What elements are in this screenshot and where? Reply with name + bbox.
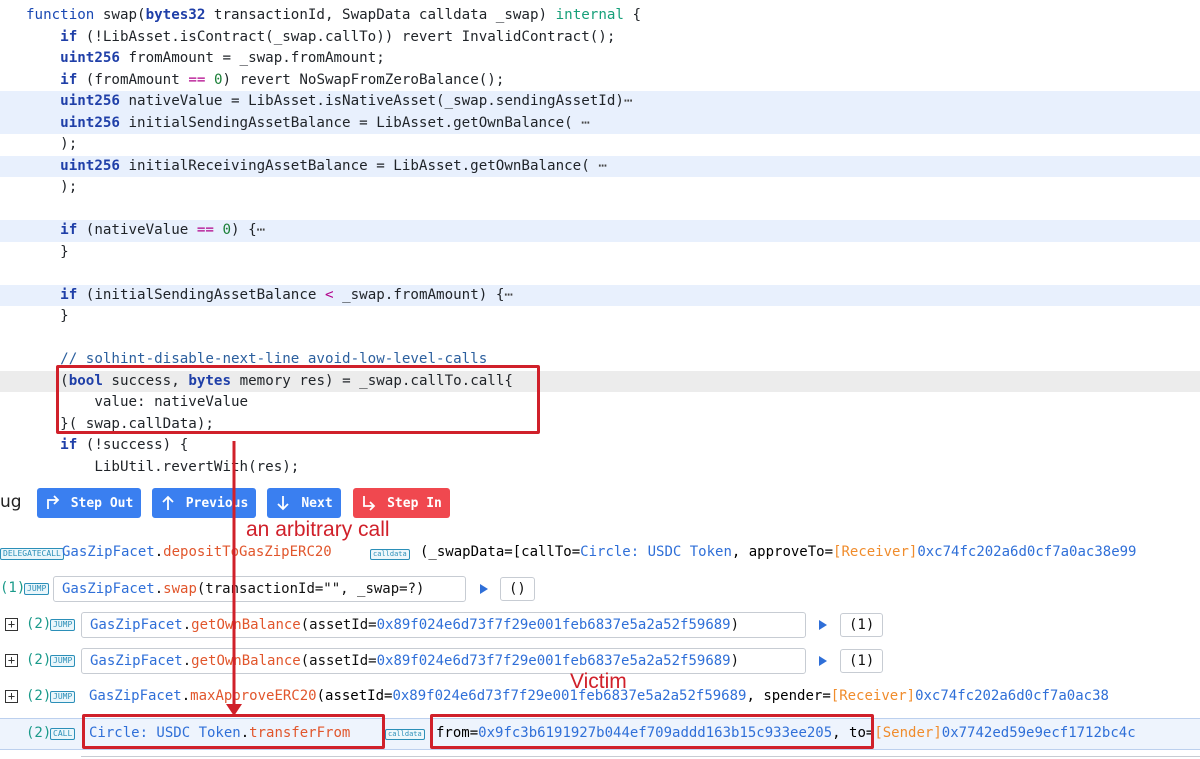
next-button[interactable]: Next [267, 488, 341, 518]
play-icon[interactable] [480, 584, 488, 594]
step-in-label: Step In [387, 495, 442, 511]
arrow-up-icon [162, 495, 174, 510]
code-line: ); [26, 136, 78, 152]
calldata-tag[interactable]: calldata [385, 729, 425, 740]
code-line: uint256 nativeValue = LibAsset.isNativeA… [0, 91, 1200, 113]
arrow-down-icon [277, 496, 289, 511]
code-line: uint256 initialReceivingAssetBalance = L… [0, 155, 1200, 177]
step-in-button[interactable]: Step In [353, 488, 450, 518]
code-line: uint256 fromAmount = _swap.fromAmount; [60, 50, 385, 66]
next-label: Next [301, 495, 333, 511]
calldata-tag[interactable]: calldata [370, 549, 410, 560]
play-icon[interactable] [819, 620, 827, 630]
trace-row-swap[interactable]: (1) JUMP GasZipFacet.swap(transactionId=… [0, 575, 1200, 603]
code-line: function swap(bytes32 transactionId, Swa… [26, 7, 642, 23]
expand-icon[interactable]: + [5, 690, 18, 703]
trace-args: (_swapData=[callTo=Circle: USDC Token, a… [420, 544, 1137, 560]
transferfrom-highlight-box [82, 714, 385, 749]
code-line: } [26, 243, 69, 260]
contract-name[interactable]: GasZipFacet [62, 544, 155, 560]
trace-row-getownbalance-1[interactable]: + (2) JUMP GasZipFacet.getOwnBalance(ass… [0, 611, 1200, 639]
call-depth: (2) [26, 688, 52, 704]
step-out-icon [46, 495, 59, 509]
call-box[interactable]: GasZipFacet.getOwnBalance(assetId=0x89f0… [81, 612, 806, 638]
call-depth: (1) [0, 580, 26, 596]
jump-badge: JUMP [50, 691, 76, 703]
step-out-button[interactable]: Step Out [37, 488, 141, 518]
code-line: LibUtil.revertWith(res); [26, 458, 300, 475]
call-badge: CALL [50, 728, 76, 740]
code-line: uint256 initialSendingAssetBalance = Lib… [0, 112, 1200, 134]
code-line: if (fromAmount == 0) revert NoSwapFromZe… [60, 71, 505, 88]
return-value[interactable]: (1) [840, 613, 884, 637]
call-depth: (2) [26, 725, 52, 741]
jump-badge: JUMP [50, 655, 76, 667]
callto-call-highlight-box [56, 365, 540, 434]
debug-panel-label: ug [0, 492, 22, 512]
victim-annotation: Victim [570, 670, 627, 693]
call-box[interactable]: GasZipFacet.getOwnBalance(assetId=0x89f0… [81, 648, 806, 674]
expand-icon[interactable]: + [5, 654, 18, 667]
code-line: if (!success) { [60, 437, 189, 453]
call-box[interactable]: GasZipFacet.swap(transactionId="", _swap… [53, 576, 466, 602]
code-line: ); [26, 179, 78, 195]
step-in-icon [363, 496, 376, 511]
return-value[interactable]: () [500, 577, 535, 601]
debugger-toolbar: ug Step Out Previous Next Step In [0, 482, 1200, 524]
play-icon[interactable] [819, 656, 827, 666]
method-name[interactable]: depositToGasZipERC20 [163, 544, 332, 560]
victim-highlight-box [430, 714, 874, 749]
trace-call-text[interactable]: GasZipFacet.depositToGasZipERC20 [62, 544, 332, 560]
previous-button[interactable]: Previous [152, 488, 256, 518]
code-line: if (nativeValue == 0) {⋯ [0, 220, 1200, 242]
call-depth: (2) [26, 652, 52, 668]
code-line: } [26, 308, 69, 324]
return-value[interactable]: (1) [840, 649, 884, 673]
step-out-label: Step Out [70, 495, 134, 511]
code-line: if (!LibAsset.isContract(_swap.callTo)) … [60, 28, 616, 45]
next-row-stub [0, 752, 1200, 759]
call-depth: (2) [26, 616, 52, 632]
jump-badge: JUMP [50, 619, 76, 631]
code-line: if (initialSendingAssetBalance < _swap.f… [0, 284, 1200, 306]
jump-badge: JUMP [24, 583, 50, 595]
arbitrary-call-annotation: an arbitrary call [246, 518, 390, 541]
expand-icon[interactable]: + [5, 618, 18, 631]
trace-row-delegatecall[interactable]: DELEGATECALL GasZipFacet.depositToGasZip… [0, 540, 1200, 568]
delegatecall-badge: DELEGATECALL [0, 548, 64, 560]
previous-label: Previous [185, 495, 249, 511]
